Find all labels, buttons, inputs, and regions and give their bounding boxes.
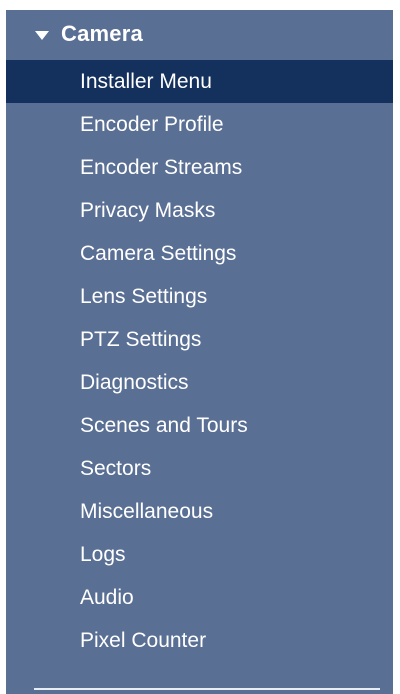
menu-item-privacy-masks[interactable]: Privacy Masks <box>6 189 393 232</box>
menu-item-label: Diagnostics <box>80 370 189 394</box>
menu-item-installer-menu[interactable]: Installer Menu <box>6 60 393 103</box>
menu-item-label: Sectors <box>80 456 152 480</box>
section-title: Camera <box>61 21 143 46</box>
menu-item-miscellaneous[interactable]: Miscellaneous <box>6 490 393 533</box>
menu-item-camera-settings[interactable]: Camera Settings <box>6 232 393 275</box>
menu-item-label: Scenes and Tours <box>80 413 248 437</box>
menu-item-label: Encoder Streams <box>80 155 243 179</box>
menu-item-encoder-profile[interactable]: Encoder Profile <box>6 103 393 146</box>
menu-item-scenes-and-tours[interactable]: Scenes and Tours <box>6 404 393 447</box>
menu-item-label: Audio <box>80 585 134 609</box>
page: Camera Installer Menu Encoder Profile En… <box>0 0 400 694</box>
triangle-down-icon <box>35 30 49 40</box>
menu-item-logs[interactable]: Logs <box>6 533 393 576</box>
menu-item-label: Installer Menu <box>80 69 212 93</box>
menu-item-label: Logs <box>80 542 126 566</box>
menu-item-diagnostics[interactable]: Diagnostics <box>6 361 393 404</box>
menu-item-label: Privacy Masks <box>80 198 216 222</box>
menu-item-label: Encoder Profile <box>80 112 224 136</box>
menu-item-ptz-settings[interactable]: PTZ Settings <box>6 318 393 361</box>
menu-item-lens-settings[interactable]: Lens Settings <box>6 275 393 318</box>
menu-item-label: Pixel Counter <box>80 628 207 652</box>
menu-item-audio[interactable]: Audio <box>6 576 393 619</box>
menu-item-label: PTZ Settings <box>80 327 202 351</box>
menu-item-label: Lens Settings <box>80 284 208 308</box>
camera-section-header[interactable]: Camera <box>6 10 393 58</box>
menu-item-label: Camera Settings <box>80 241 237 265</box>
menu-item-encoder-streams[interactable]: Encoder Streams <box>6 146 393 189</box>
menu-item-pixel-counter[interactable]: Pixel Counter <box>6 619 393 662</box>
section-divider <box>34 688 380 690</box>
camera-menu: Installer Menu Encoder Profile Encoder S… <box>6 60 393 662</box>
navigation-panel: Camera Installer Menu Encoder Profile En… <box>6 10 393 694</box>
menu-item-label: Miscellaneous <box>80 499 214 523</box>
menu-item-sectors[interactable]: Sectors <box>6 447 393 490</box>
